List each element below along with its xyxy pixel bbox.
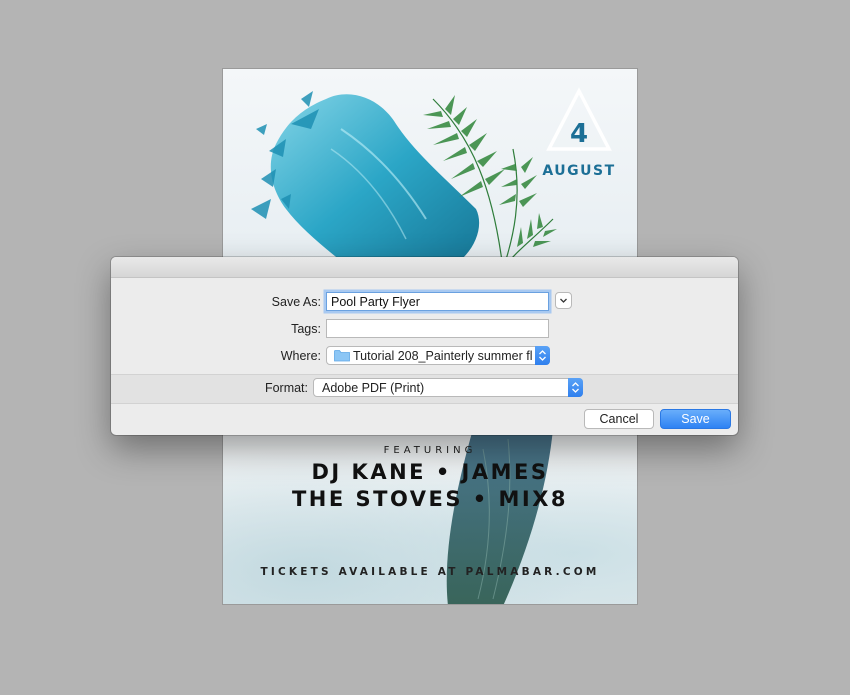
lineup-line-1: DJ KANE • JAMES: [311, 460, 549, 484]
format-label: Format:: [264, 381, 308, 395]
where-popup[interactable]: Tutorial 208_Painterly summer fl...: [326, 346, 550, 365]
chevron-down-icon: [560, 298, 567, 303]
date-badge: 4 AUGUST: [541, 87, 617, 187]
lineup-line-2: THE STOVES • MIX8: [291, 487, 569, 511]
cancel-button[interactable]: Cancel: [584, 409, 654, 429]
date-month: AUGUST: [542, 163, 616, 179]
save-button[interactable]: Save: [660, 409, 731, 429]
up-down-chevron-icon: [539, 350, 546, 361]
expand-dialog-button[interactable]: [555, 292, 572, 309]
where-label: Where:: [280, 349, 321, 363]
dialog-titlebar: [111, 257, 738, 278]
up-down-chevron-icon: [572, 382, 579, 393]
featuring-label: FEATURING: [383, 445, 477, 456]
where-value: Tutorial 208_Painterly summer fl...: [353, 349, 533, 363]
format-popup[interactable]: Adobe PDF (Print): [313, 378, 583, 397]
save-as-label: Save As:: [271, 295, 321, 309]
save-dialog: Save As: Tags: Where: Tutorial 208_Paint…: [111, 257, 738, 435]
format-stepper[interactable]: [568, 378, 583, 397]
tags-label: Tags:: [291, 322, 321, 336]
date-day: 4: [569, 119, 589, 149]
palm-leaves-image: [423, 95, 557, 269]
where-stepper[interactable]: [535, 346, 550, 365]
format-value: Adobe PDF (Print): [322, 381, 425, 395]
save-as-input[interactable]: [326, 292, 549, 311]
folder-icon: [334, 350, 350, 362]
tickets-text: TICKETS AVAILABLE AT PALMABAR.COM: [260, 566, 600, 578]
tags-input[interactable]: [326, 319, 549, 338]
